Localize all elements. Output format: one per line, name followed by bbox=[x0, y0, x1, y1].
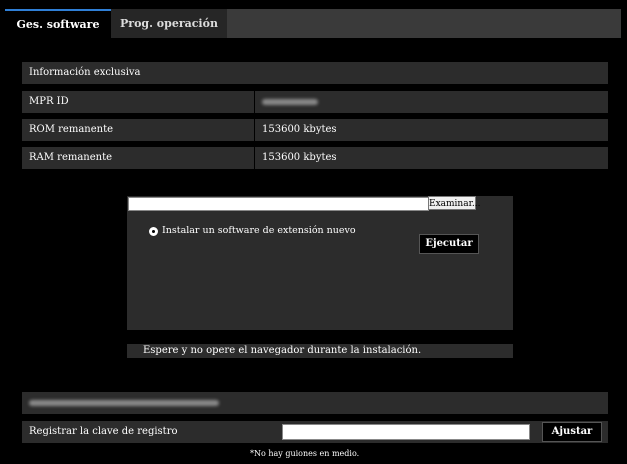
rom-row: ROM remanente 153600 kbytes bbox=[22, 119, 608, 141]
tab-software-management[interactable]: Ges. software bbox=[5, 9, 111, 38]
rom-label: ROM remanente bbox=[29, 124, 114, 135]
divider bbox=[22, 84, 608, 85]
browse-button[interactable]: Examinar... bbox=[428, 196, 480, 210]
mpr-id-row: MPR ID bbox=[22, 91, 608, 113]
file-path-input[interactable] bbox=[128, 197, 429, 211]
registration-note: *No hay guiones en medio. bbox=[250, 449, 360, 458]
set-button[interactable]: Ajustar bbox=[542, 422, 602, 442]
ram-value: 153600 kbytes bbox=[254, 147, 608, 169]
registration-key-input[interactable] bbox=[282, 424, 530, 440]
execute-button[interactable]: Ejecutar bbox=[419, 234, 479, 254]
registration-row: Registrar la clave de registro Ajustar bbox=[22, 421, 608, 443]
ram-row: RAM remanente 153600 kbytes bbox=[22, 147, 608, 169]
wait-message: Espere y no opere el navegador durante l… bbox=[127, 344, 513, 358]
registration-label: Registrar la clave de registro bbox=[29, 426, 178, 437]
redacted-value bbox=[262, 98, 318, 105]
mpr-id-label: MPR ID bbox=[29, 96, 69, 107]
rom-value: 153600 kbytes bbox=[254, 119, 608, 141]
info-section-header: Información exclusiva bbox=[22, 62, 608, 84]
install-option-label: Instalar un software de extensión nuevo bbox=[162, 225, 356, 236]
install-radio[interactable] bbox=[149, 227, 158, 236]
redacted-header bbox=[29, 399, 219, 406]
tab-operation-schedule[interactable]: Prog. operación bbox=[111, 9, 227, 38]
mpr-id-value bbox=[254, 91, 608, 113]
install-area: Examinar... Instalar un software de exte… bbox=[127, 196, 513, 330]
activation-section-header bbox=[22, 392, 608, 414]
ram-label: RAM remanente bbox=[29, 152, 113, 163]
tab-bar: Ges. software Prog. operación bbox=[5, 9, 621, 38]
